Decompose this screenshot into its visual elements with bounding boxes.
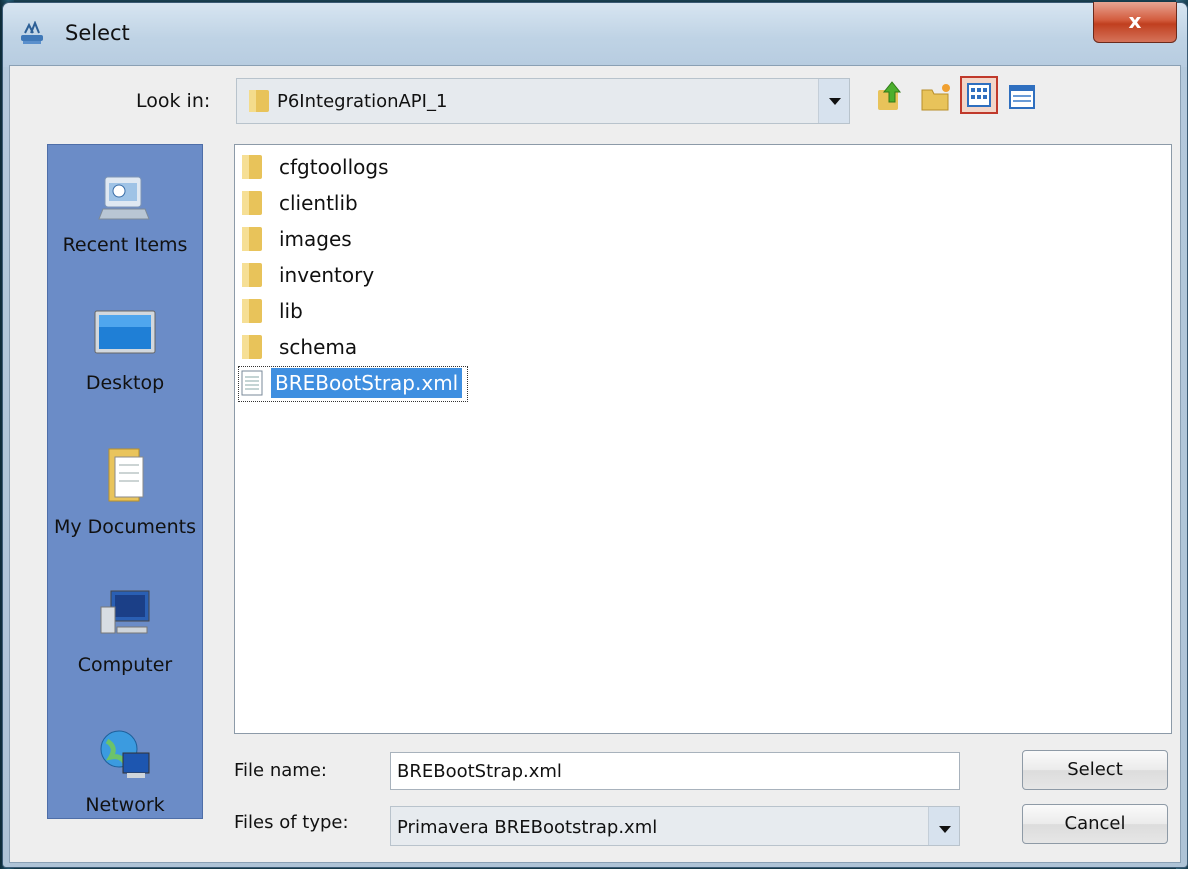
list-item[interactable]: images xyxy=(239,223,439,257)
recent-items-icon xyxy=(48,167,202,228)
close-button[interactable]: x xyxy=(1093,2,1177,43)
list-item[interactable]: cfgtoollogs xyxy=(239,151,439,185)
file-type-label: Files of type: xyxy=(234,812,349,833)
file-name: cfgtoollogs xyxy=(279,155,389,179)
new-folder-icon[interactable] xyxy=(920,78,954,114)
file-name: inventory xyxy=(279,263,375,287)
place-label: Network xyxy=(85,794,165,816)
folder-icon xyxy=(239,333,265,365)
file-type-value: Primavera BREBootstrap.xml xyxy=(397,817,658,838)
folder-icon xyxy=(239,153,265,185)
look-in-value: P6IntegrationAPI_1 xyxy=(277,91,448,112)
place-label: Computer xyxy=(77,654,173,676)
select-button[interactable]: Select xyxy=(1022,750,1168,790)
folder-icon xyxy=(247,88,271,118)
file-name-label: File name: xyxy=(234,760,327,781)
java-app-icon xyxy=(19,20,45,45)
file-name: clientlib xyxy=(279,191,358,215)
folder-icon xyxy=(239,297,265,329)
chevron-down-icon[interactable] xyxy=(818,79,849,123)
list-item[interactable]: clientlib xyxy=(239,187,439,221)
chevron-down-icon[interactable] xyxy=(928,807,959,845)
file-name: lib xyxy=(279,299,303,323)
folder-icon xyxy=(239,225,265,257)
documents-icon xyxy=(48,447,202,510)
file-list[interactable]: cfgtoollogs clientlib images inventory l… xyxy=(234,144,1172,734)
details-view-icon[interactable] xyxy=(1005,78,1039,114)
list-item[interactable]: inventory xyxy=(239,259,439,293)
document-icon xyxy=(239,369,265,401)
desktop-icon xyxy=(48,307,202,366)
network-icon xyxy=(48,727,202,788)
cancel-button[interactable]: Cancel xyxy=(1022,804,1168,844)
file-name: schema xyxy=(279,335,358,359)
select-dialog: Select x Look in: P6IntegrationAPI_1 Rec… xyxy=(2,2,1188,868)
list-item[interactable]: schema xyxy=(239,331,439,365)
computer-icon xyxy=(48,587,202,648)
place-label: Recent Items xyxy=(62,234,188,256)
folder-icon xyxy=(239,189,265,221)
places-sidebar: Recent Items Desktop My Documents Comput… xyxy=(47,144,203,819)
file-name: images xyxy=(279,227,352,251)
place-my-documents[interactable]: My Documents xyxy=(48,447,202,538)
list-item-selected[interactable]: BREBootStrap.xml xyxy=(238,366,468,402)
place-computer[interactable]: Computer xyxy=(48,587,202,676)
title-bar[interactable]: Select x xyxy=(3,2,1187,67)
file-name-input[interactable] xyxy=(390,752,960,790)
dialog-content: Look in: P6IntegrationAPI_1 Recent Items… xyxy=(9,65,1181,863)
look-in-label: Look in: xyxy=(136,90,211,112)
close-icon: x xyxy=(1128,9,1142,33)
folder-icon xyxy=(239,261,265,293)
place-label: My Documents xyxy=(53,516,196,538)
list-item[interactable]: lib xyxy=(239,295,439,329)
file-name: BREBootStrap.xml xyxy=(271,368,463,398)
place-desktop[interactable]: Desktop xyxy=(48,307,202,394)
place-network[interactable]: Network xyxy=(48,727,202,816)
folder-up-icon[interactable] xyxy=(874,78,908,114)
window-title: Select xyxy=(65,21,130,45)
look-in-dropdown[interactable]: P6IntegrationAPI_1 xyxy=(236,78,850,124)
place-recent-items[interactable]: Recent Items xyxy=(48,167,202,256)
place-label: Desktop xyxy=(85,372,165,394)
file-type-dropdown[interactable]: Primavera BREBootstrap.xml xyxy=(390,806,960,846)
list-view-icon[interactable] xyxy=(960,76,998,114)
